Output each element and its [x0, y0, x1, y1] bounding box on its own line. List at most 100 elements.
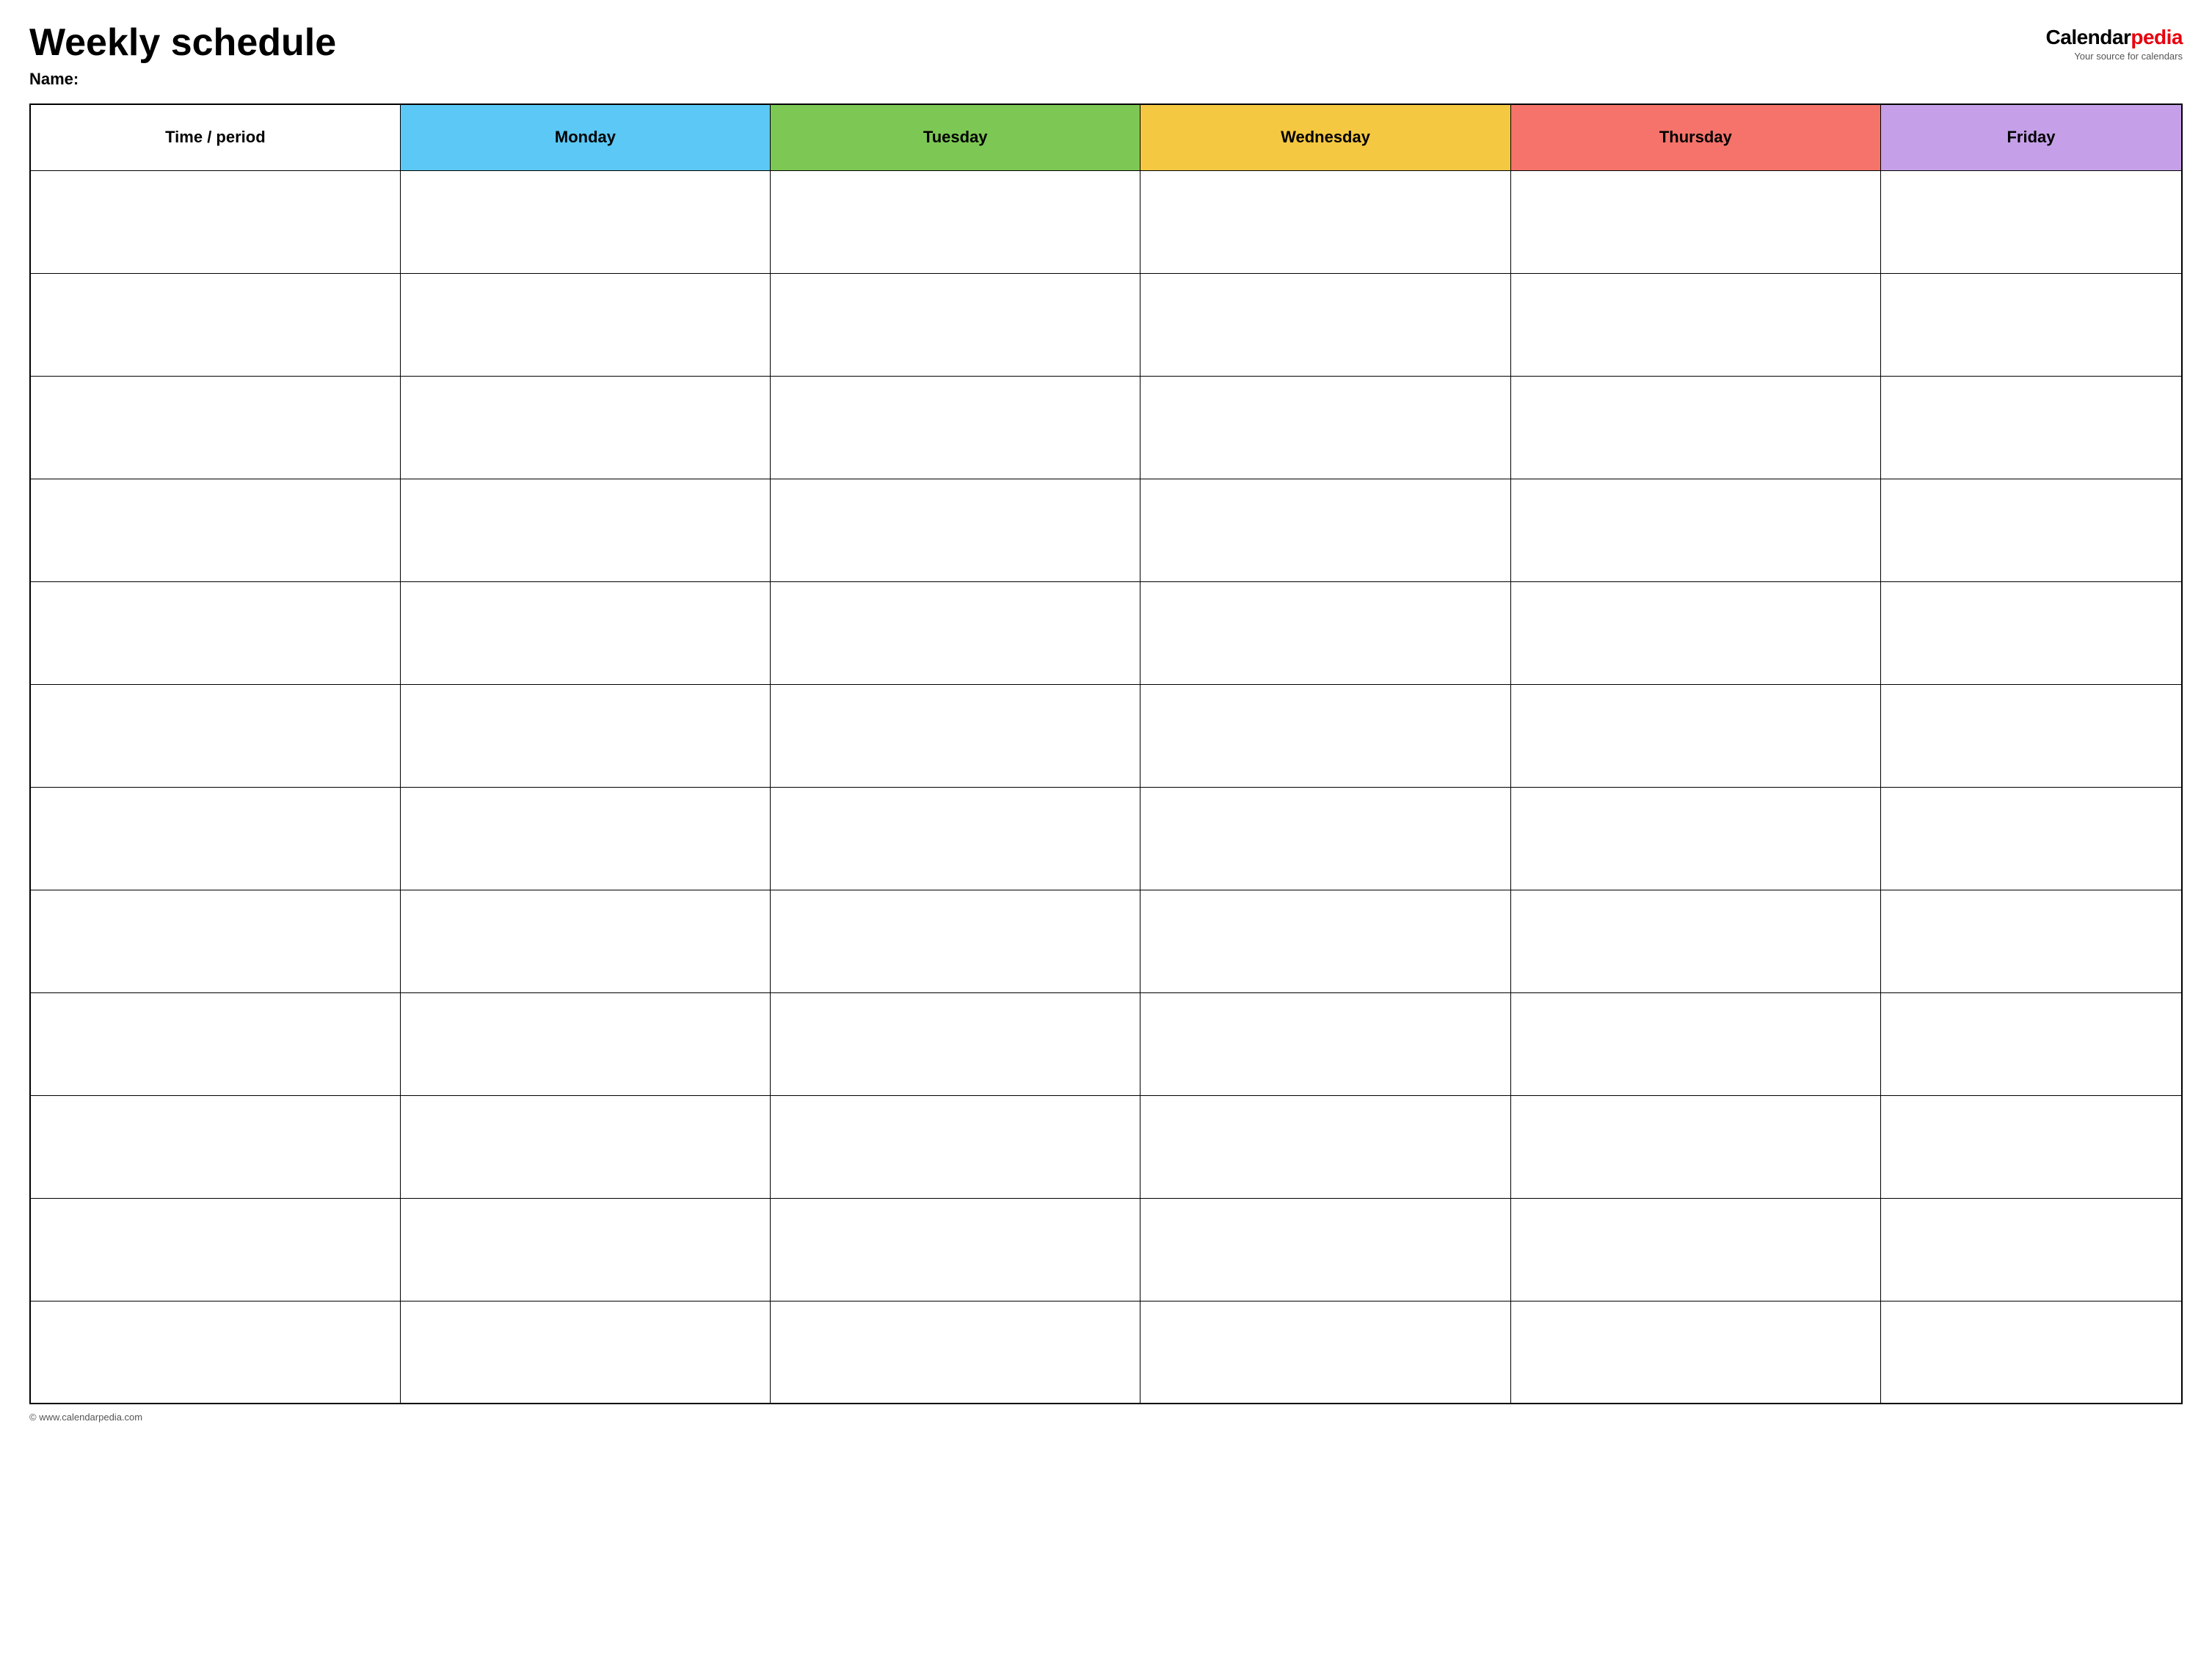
schedule-cell[interactable] [400, 376, 770, 479]
schedule-cell[interactable] [1880, 1095, 2182, 1198]
schedule-cell[interactable] [1140, 479, 1510, 581]
col-header-wednesday: Wednesday [1140, 104, 1510, 170]
time-cell[interactable] [30, 684, 400, 787]
time-cell[interactable] [30, 273, 400, 376]
schedule-cell[interactable] [1510, 684, 1880, 787]
schedule-cell[interactable] [1140, 684, 1510, 787]
schedule-cell[interactable] [1140, 992, 1510, 1095]
schedule-cell[interactable] [771, 992, 1140, 1095]
header: Weekly schedule Name: Calendarpedia Your… [29, 22, 2183, 89]
schedule-cell[interactable] [1510, 273, 1880, 376]
col-header-monday: Monday [400, 104, 770, 170]
schedule-cell[interactable] [1140, 1198, 1510, 1301]
schedule-cell[interactable] [1510, 581, 1880, 684]
time-cell[interactable] [30, 170, 400, 273]
schedule-cell[interactable] [1880, 684, 2182, 787]
schedule-cell[interactable] [400, 170, 770, 273]
schedule-cell[interactable] [1880, 1301, 2182, 1404]
schedule-cell[interactable] [1510, 376, 1880, 479]
schedule-cell[interactable] [1880, 1198, 2182, 1301]
time-cell[interactable] [30, 581, 400, 684]
schedule-cell[interactable] [1140, 787, 1510, 890]
logo-calendar: Calendar [2046, 26, 2131, 48]
page-title: Weekly schedule [29, 22, 336, 64]
schedule-cell[interactable] [1140, 170, 1510, 273]
schedule-cell[interactable] [400, 273, 770, 376]
table-row [30, 992, 2182, 1095]
schedule-cell[interactable] [1140, 273, 1510, 376]
schedule-cell[interactable] [400, 1095, 770, 1198]
schedule-cell[interactable] [1510, 992, 1880, 1095]
schedule-cell[interactable] [771, 890, 1140, 992]
schedule-cell[interactable] [1510, 1198, 1880, 1301]
time-cell[interactable] [30, 787, 400, 890]
col-header-thursday: Thursday [1510, 104, 1880, 170]
schedule-cell[interactable] [1880, 479, 2182, 581]
table-row [30, 1095, 2182, 1198]
schedule-cell[interactable] [771, 1301, 1140, 1404]
schedule-cell[interactable] [771, 479, 1140, 581]
schedule-cell[interactable] [1510, 170, 1880, 273]
footer: © www.calendarpedia.com [29, 1412, 2183, 1423]
schedule-cell[interactable] [1510, 1095, 1880, 1198]
schedule-cell[interactable] [1140, 1095, 1510, 1198]
table-row [30, 273, 2182, 376]
logo-text: Calendarpedia [2046, 26, 2183, 49]
schedule-cell[interactable] [1880, 890, 2182, 992]
table-row [30, 479, 2182, 581]
logo-area: Calendarpedia Your source for calendars [2046, 22, 2183, 62]
schedule-cell[interactable] [771, 581, 1140, 684]
table-row [30, 1301, 2182, 1404]
table-row [30, 1198, 2182, 1301]
schedule-cell[interactable] [400, 581, 770, 684]
schedule-cell[interactable] [771, 1198, 1140, 1301]
schedule-cell[interactable] [771, 1095, 1140, 1198]
time-cell[interactable] [30, 1095, 400, 1198]
schedule-cell[interactable] [1510, 479, 1880, 581]
header-row: Time / period Monday Tuesday Wednesday T… [30, 104, 2182, 170]
schedule-cell[interactable] [1880, 273, 2182, 376]
schedule-cell[interactable] [1140, 581, 1510, 684]
schedule-cell[interactable] [1880, 787, 2182, 890]
schedule-cell[interactable] [400, 479, 770, 581]
time-cell[interactable] [30, 890, 400, 992]
schedule-cell[interactable] [400, 1301, 770, 1404]
schedule-cell[interactable] [1510, 787, 1880, 890]
footer-url: © www.calendarpedia.com [29, 1412, 142, 1423]
schedule-cell[interactable] [1140, 890, 1510, 992]
schedule-cell[interactable] [771, 684, 1140, 787]
schedule-cell[interactable] [1510, 1301, 1880, 1404]
schedule-cell[interactable] [771, 376, 1140, 479]
schedule-cell[interactable] [400, 787, 770, 890]
table-row [30, 581, 2182, 684]
col-header-tuesday: Tuesday [771, 104, 1140, 170]
time-cell[interactable] [30, 992, 400, 1095]
schedule-cell[interactable] [1140, 1301, 1510, 1404]
title-area: Weekly schedule Name: [29, 22, 336, 89]
schedule-cell[interactable] [1510, 890, 1880, 992]
schedule-cell[interactable] [1880, 170, 2182, 273]
name-label: Name: [29, 70, 336, 89]
time-cell[interactable] [30, 479, 400, 581]
time-cell[interactable] [30, 1301, 400, 1404]
schedule-cell[interactable] [771, 170, 1140, 273]
schedule-cell[interactable] [1880, 376, 2182, 479]
col-header-time: Time / period [30, 104, 400, 170]
col-header-friday: Friday [1880, 104, 2182, 170]
time-cell[interactable] [30, 1198, 400, 1301]
schedule-cell[interactable] [400, 890, 770, 992]
schedule-cell[interactable] [400, 992, 770, 1095]
schedule-cell[interactable] [1880, 581, 2182, 684]
schedule-cell[interactable] [771, 787, 1140, 890]
schedule-cell[interactable] [1880, 992, 2182, 1095]
table-row [30, 684, 2182, 787]
schedule-cell[interactable] [1140, 376, 1510, 479]
schedule-table: Time / period Monday Tuesday Wednesday T… [29, 104, 2183, 1404]
logo-tagline: Your source for calendars [2074, 51, 2183, 62]
schedule-cell[interactable] [771, 273, 1140, 376]
schedule-cell[interactable] [400, 1198, 770, 1301]
logo-pedia: pedia [2131, 26, 2183, 48]
table-row [30, 890, 2182, 992]
schedule-cell[interactable] [400, 684, 770, 787]
time-cell[interactable] [30, 376, 400, 479]
